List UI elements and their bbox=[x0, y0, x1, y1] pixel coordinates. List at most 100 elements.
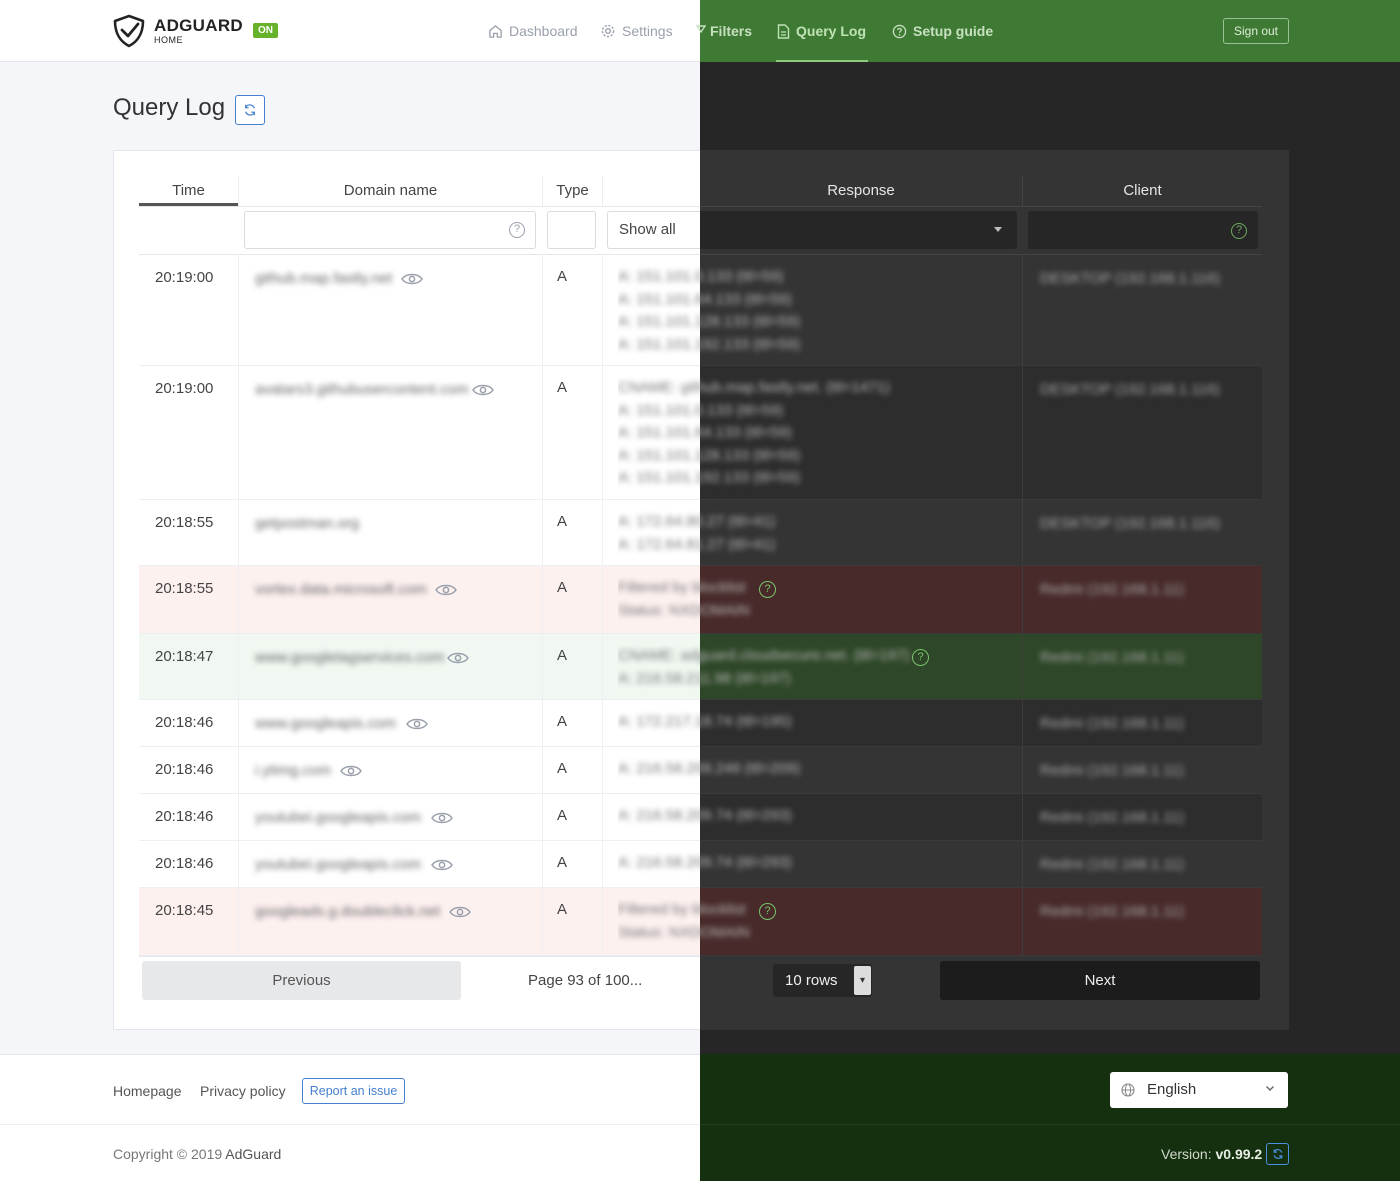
column-divider-dark bbox=[1022, 255, 1023, 366]
row-type: A bbox=[557, 807, 568, 824]
column-divider bbox=[542, 255, 543, 366]
eye-icon[interactable] bbox=[431, 811, 453, 825]
row-type: A bbox=[557, 760, 568, 777]
footer-dark bbox=[700, 1054, 1400, 1181]
column-divider bbox=[602, 747, 603, 794]
page-info: Page 93 of 100... bbox=[528, 972, 643, 989]
version-number: v0.99.2 bbox=[1215, 1146, 1263, 1162]
nav-active-indicator bbox=[776, 60, 868, 62]
logo-subtitle: HOME bbox=[154, 35, 183, 45]
nav-filters-label: Filters bbox=[710, 23, 753, 39]
row-time: 20:18:55 bbox=[155, 514, 214, 531]
table-row[interactable] bbox=[139, 500, 700, 566]
eye-icon[interactable] bbox=[431, 858, 453, 872]
table-row[interactable] bbox=[139, 634, 700, 700]
type-filter-input[interactable] bbox=[547, 211, 596, 249]
eye-icon[interactable] bbox=[435, 583, 457, 597]
table-row[interactable] bbox=[139, 888, 700, 956]
column-divider bbox=[238, 500, 239, 566]
row-time: 20:18:47 bbox=[155, 648, 214, 665]
report-issue-button[interactable]: Report an issue bbox=[302, 1078, 405, 1104]
row-divider-dark bbox=[700, 955, 1262, 956]
table-row-dark bbox=[700, 888, 1262, 956]
column-divider bbox=[238, 255, 239, 366]
nav-settings[interactable]: Settings bbox=[600, 0, 673, 62]
column-header-client[interactable]: Client bbox=[1022, 176, 1262, 206]
rows-select-arrow-icon[interactable]: ▾ bbox=[854, 966, 871, 995]
row-domain: youtubei.googleapis.com bbox=[255, 809, 421, 826]
eye-icon[interactable] bbox=[449, 905, 471, 919]
column-header-domain[interactable]: Domain name bbox=[238, 176, 542, 206]
footer-link-privacy[interactable]: Privacy policy bbox=[200, 1083, 286, 1099]
next-page-button[interactable]: Next bbox=[940, 961, 1260, 1000]
globe-icon bbox=[1121, 1083, 1135, 1097]
table-row[interactable] bbox=[139, 566, 700, 634]
column-header-response[interactable]: Response bbox=[700, 176, 1022, 206]
column-header-time[interactable]: Time bbox=[139, 176, 238, 206]
nav-settings-label: Settings bbox=[622, 23, 673, 39]
eye-icon[interactable] bbox=[401, 272, 423, 286]
column-divider bbox=[238, 700, 239, 747]
table-row[interactable] bbox=[139, 747, 700, 794]
response-help-icon[interactable]: ? bbox=[912, 649, 929, 666]
domain-filter-help-icon[interactable]: ? bbox=[509, 222, 525, 238]
sign-out-button[interactable]: Sign out bbox=[1223, 18, 1289, 44]
refresh-icon bbox=[1273, 1149, 1282, 1159]
row-time: 20:18:46 bbox=[155, 855, 214, 872]
column-divider bbox=[542, 794, 543, 841]
nav-query-log[interactable]: Query Log bbox=[777, 0, 866, 62]
column-divider bbox=[238, 841, 239, 888]
response-filter-select-dark[interactable] bbox=[700, 211, 1017, 249]
footer-divider-dark bbox=[700, 1124, 1400, 1125]
response-help-icon[interactable]: ? bbox=[759, 581, 776, 598]
nav-filters[interactable]: Filters bbox=[696, 0, 752, 62]
row-client: Redmi (192.168.1.11) bbox=[1040, 762, 1184, 779]
help-circle-icon bbox=[892, 24, 907, 38]
row-client: Redmi (192.168.1.11) bbox=[1040, 903, 1184, 920]
column-divider bbox=[602, 634, 603, 700]
column-divider bbox=[602, 255, 603, 366]
column-divider bbox=[542, 841, 543, 888]
footer-link-homepage[interactable]: Homepage bbox=[113, 1083, 182, 1099]
refresh-button[interactable] bbox=[235, 95, 265, 125]
check-updates-button[interactable] bbox=[1266, 1143, 1289, 1165]
header-bar bbox=[0, 0, 700, 62]
copyright-text: Copyright © 2019 bbox=[113, 1146, 226, 1162]
eye-icon[interactable] bbox=[447, 651, 469, 665]
column-divider bbox=[542, 700, 543, 747]
eye-icon[interactable] bbox=[406, 717, 428, 731]
nav-dashboard[interactable]: Dashboard bbox=[488, 0, 578, 62]
row-time: 20:18:45 bbox=[155, 902, 214, 919]
client-filter-help-icon[interactable]: ? bbox=[1231, 223, 1247, 239]
nav-setup-guide[interactable]: Setup guide bbox=[892, 0, 993, 62]
column-divider-dark bbox=[1022, 841, 1023, 888]
column-divider bbox=[542, 888, 543, 956]
row-client: Redmi (192.168.1.11) bbox=[1040, 581, 1184, 598]
row-time: 20:18:46 bbox=[155, 761, 214, 778]
row-domain: getpostman.org bbox=[255, 515, 360, 532]
header-divider bbox=[139, 206, 700, 207]
previous-page-button[interactable]: Previous bbox=[142, 961, 461, 1000]
row-domain: youtubei.googleapis.com bbox=[255, 856, 421, 873]
row-type: A bbox=[557, 513, 568, 530]
copyright-brand: AdGuard bbox=[225, 1146, 282, 1162]
domain-filter-input[interactable] bbox=[244, 211, 536, 249]
pagination-divider bbox=[139, 956, 700, 957]
row-type: A bbox=[557, 579, 568, 596]
language-select[interactable]: English bbox=[1110, 1072, 1288, 1108]
client-filter-input[interactable] bbox=[1028, 211, 1258, 249]
column-divider bbox=[542, 366, 543, 500]
adguard-shield-icon bbox=[113, 14, 145, 48]
eye-icon[interactable] bbox=[472, 383, 494, 397]
row-client: DESKTOP (192.168.1.116) bbox=[1040, 381, 1221, 398]
refresh-icon bbox=[245, 104, 255, 116]
column-divider bbox=[602, 794, 603, 841]
response-help-icon[interactable]: ? bbox=[759, 903, 776, 920]
logo[interactable]: ADGUARD HOME bbox=[112, 14, 243, 48]
row-domain: avatars3.githubusercontent.com bbox=[255, 381, 469, 398]
column-header-type[interactable]: Type bbox=[542, 176, 602, 206]
column-divider bbox=[238, 366, 239, 500]
column-divider-dark bbox=[1022, 747, 1023, 794]
eye-icon[interactable] bbox=[340, 764, 362, 778]
response-filter-select[interactable]: Show all bbox=[607, 211, 700, 249]
